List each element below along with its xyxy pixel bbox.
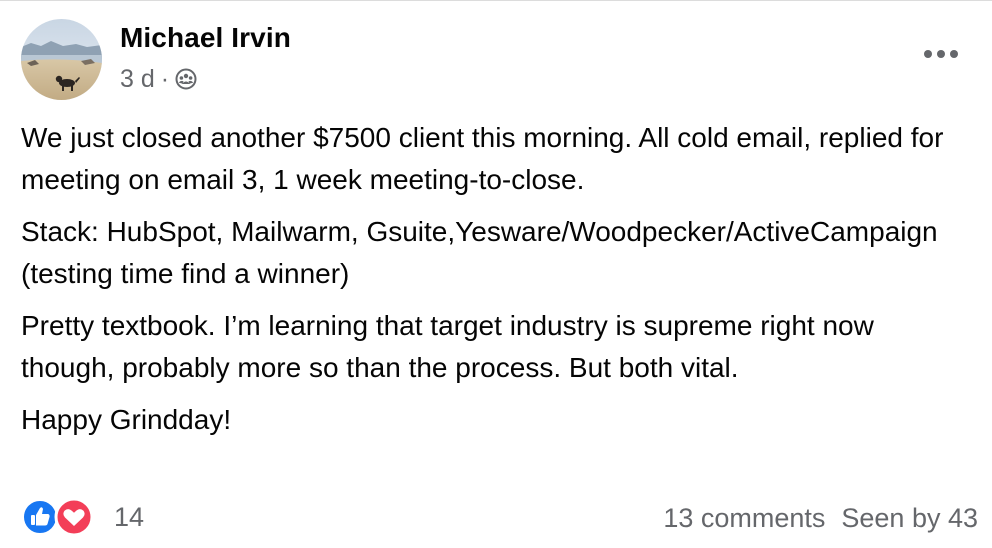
reaction-count: 14 (114, 501, 145, 532)
comments-link[interactable]: 13 comments (663, 503, 825, 534)
more-options-button[interactable] (918, 40, 964, 68)
post-paragraph: Pretty textbook. I’m learning that targe… (21, 310, 874, 383)
post-body: We just closed another $7500 client this… (21, 117, 971, 451)
group-icon[interactable] (175, 68, 197, 90)
author-name[interactable]: Michael Irvin (120, 22, 291, 54)
like-reaction-icon (22, 499, 58, 535)
post-paragraph: Stack: HubSpot, Mailwarm, Gsuite,Yesware… (21, 216, 938, 289)
reactions-summary[interactable]: 14 (22, 497, 144, 537)
reaction-icons (22, 497, 104, 537)
post-meta: 3 d · (120, 64, 197, 94)
post-stats: 13 comments Seen by 43 (663, 500, 978, 536)
more-horizontal-icon (924, 50, 958, 58)
meta-separator: · (160, 64, 170, 93)
post-timestamp[interactable]: 3 d (120, 65, 155, 94)
post-paragraph: We just closed another $7500 client this… (21, 122, 944, 195)
seen-by-count[interactable]: Seen by 43 (841, 503, 978, 534)
post-paragraph: Happy Grindday! (21, 404, 232, 435)
avatar-photo (21, 19, 102, 100)
love-reaction-icon (54, 497, 94, 537)
avatar[interactable] (21, 19, 102, 100)
feed-post: Michael Irvin 3 d · We just closed anoth… (0, 0, 992, 548)
